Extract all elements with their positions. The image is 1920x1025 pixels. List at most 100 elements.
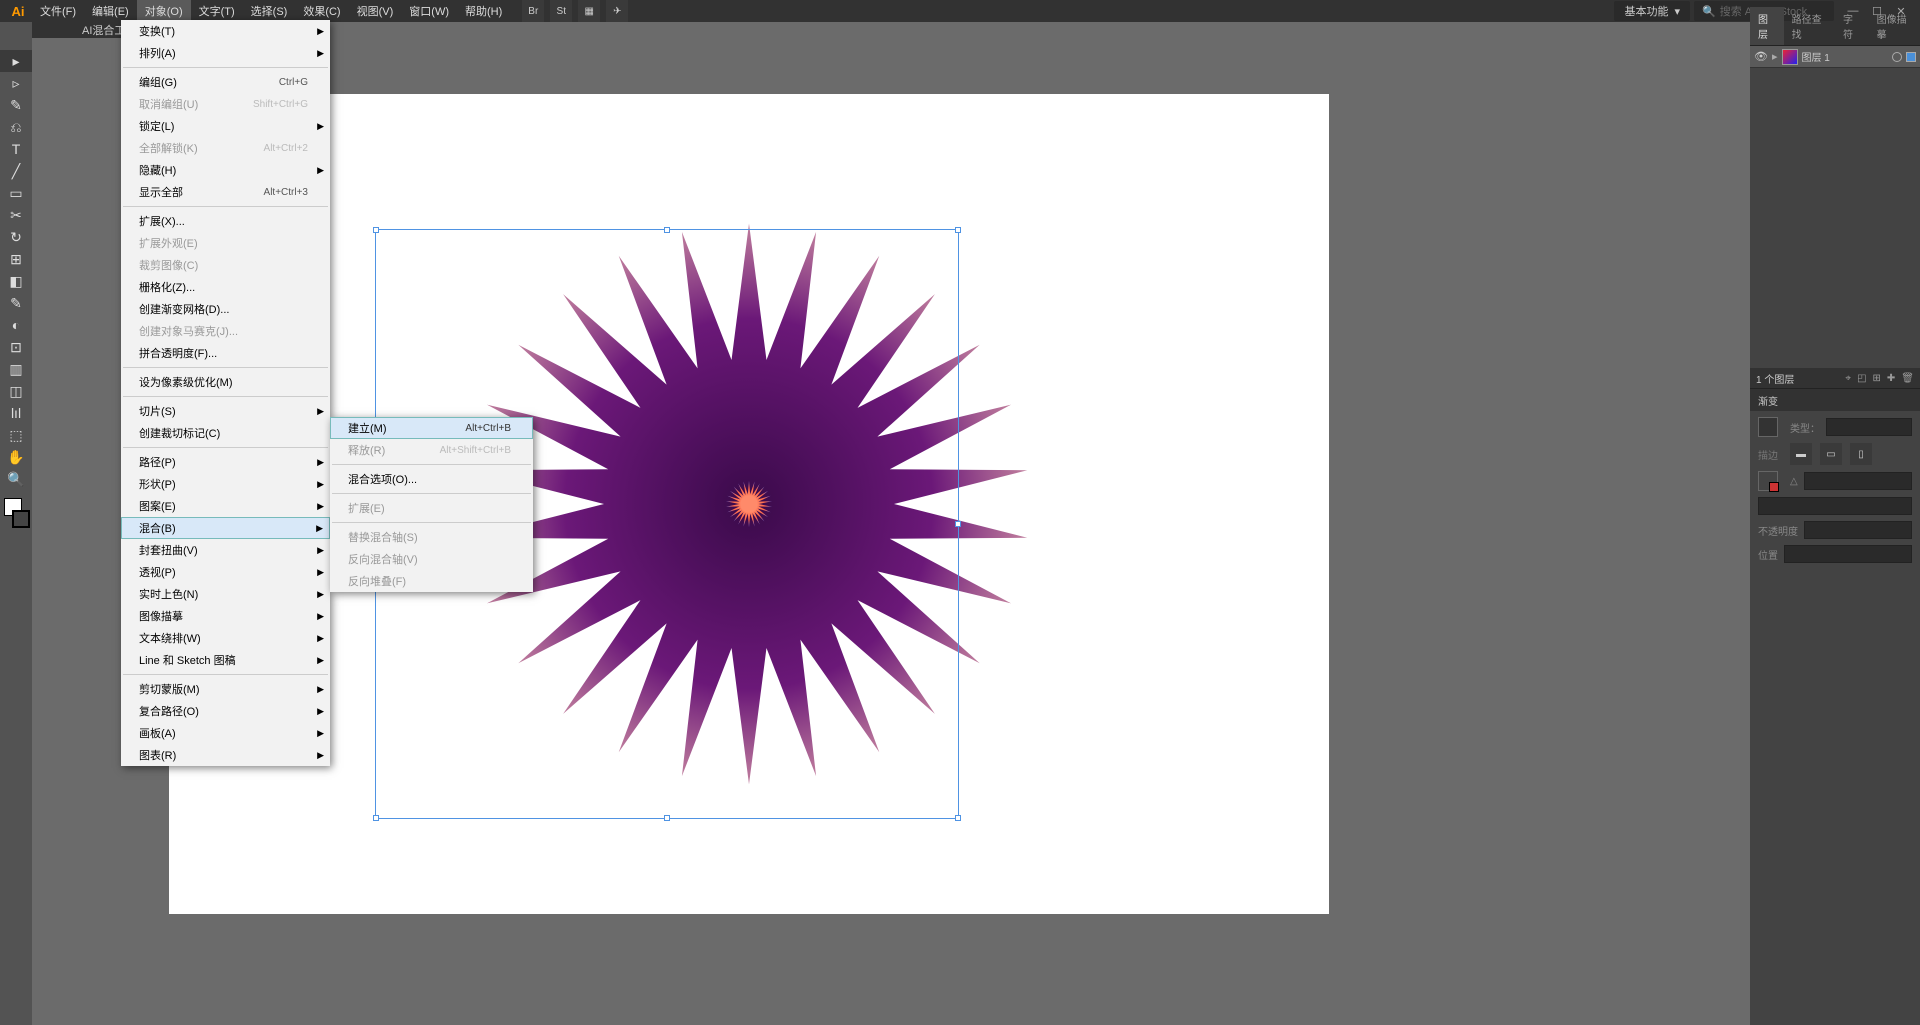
menu-item-创建渐变网格d[interactable]: 创建渐变网格(D)... [121, 298, 330, 320]
menu-item-变换t[interactable]: 变换(T)▶ [121, 20, 330, 42]
menu-item-创建裁切标记c[interactable]: 创建裁切标记(C) [121, 422, 330, 444]
stroke-opt3-icon[interactable]: ▯ [1850, 443, 1872, 465]
expand-icon[interactable]: ▸ [1772, 50, 1778, 63]
menu-item-栅格化z[interactable]: 栅格化(Z)... [121, 276, 330, 298]
menu-item-label: 创建裁切标记(C) [139, 425, 220, 441]
new-layer-icon[interactable]: ✚ [1887, 373, 1895, 384]
stroke-opt1-icon[interactable]: ▬ [1790, 443, 1812, 465]
tool-8[interactable]: ↻ [0, 226, 32, 248]
menu-对象o[interactable]: 对象(O) [137, 0, 191, 22]
menu-帮助h[interactable]: 帮助(H) [457, 0, 510, 22]
delete-layer-icon[interactable]: 🗑 [1901, 373, 1914, 384]
tool-5[interactable]: ╱ [0, 160, 32, 182]
menu-文件f[interactable]: 文件(F) [32, 0, 84, 22]
menu-item-路径p[interactable]: 路径(P)▶ [121, 451, 330, 473]
make-clip-icon[interactable]: ◰ [1857, 373, 1866, 384]
tool-7[interactable]: ✂ [0, 204, 32, 226]
selection-handle-e[interactable] [955, 521, 961, 527]
selection-handle-n[interactable] [664, 227, 670, 233]
tool-13[interactable]: ⊡ [0, 336, 32, 358]
menu-item-建立m[interactable]: 建立(M)Alt+Ctrl+B [330, 417, 533, 439]
tool-15[interactable]: ◫ [0, 380, 32, 402]
panel-tab-1[interactable]: 路径查找 [1784, 7, 1835, 45]
menu-item-label: Line 和 Sketch 图稿 [139, 652, 236, 668]
gradient-panel-header[interactable]: 渐变 [1750, 389, 1920, 411]
arrange-icon[interactable]: ▦ [578, 0, 600, 22]
layer-select-indicator[interactable] [1906, 52, 1916, 62]
selection-handle-nw[interactable] [373, 227, 379, 233]
stroke-opt2-icon[interactable]: ▭ [1820, 443, 1842, 465]
menu-item-混合选项o[interactable]: 混合选项(O)... [330, 468, 533, 490]
selection-handle-sw[interactable] [373, 815, 379, 821]
menu-选择s[interactable]: 选择(S) [243, 0, 296, 22]
tool-17[interactable]: ⬚ [0, 424, 32, 446]
tool-12[interactable]: ◐ [0, 314, 32, 336]
locate-icon[interactable]: ⌖ [1845, 373, 1851, 384]
tool-0[interactable]: ▸ [0, 50, 32, 72]
gpu-icon[interactable]: ✈ [606, 0, 628, 22]
tool-6[interactable]: ▭ [0, 182, 32, 204]
stroke-swatch[interactable] [12, 510, 30, 528]
menu-item-图像描摹[interactable]: 图像描摹▶ [121, 605, 330, 627]
menu-item-切片s[interactable]: 切片(S)▶ [121, 400, 330, 422]
selection-handle-ne[interactable] [955, 227, 961, 233]
tool-14[interactable]: ▥ [0, 358, 32, 380]
menu-item-透视p[interactable]: 透视(P)▶ [121, 561, 330, 583]
menu-item-扩展x[interactable]: 扩展(X)... [121, 210, 330, 232]
tool-10[interactable]: ◧ [0, 270, 32, 292]
menu-item-设为像素级优化m[interactable]: 设为像素级优化(M) [121, 371, 330, 393]
tool-11[interactable]: ✎ [0, 292, 32, 314]
panel-tab-3[interactable]: 图像描摹 [1869, 7, 1920, 45]
menu-item-排列a[interactable]: 排列(A)▶ [121, 42, 330, 64]
selection-handle-s[interactable] [664, 815, 670, 821]
gradient-angle-field[interactable] [1804, 472, 1912, 490]
tool-2[interactable]: ✎ [0, 94, 32, 116]
new-sublayer-icon[interactable]: ⊞ [1873, 373, 1881, 384]
tool-3[interactable]: ⎌ [0, 116, 32, 138]
workspace-switcher[interactable]: 基本功能 ▾ [1614, 1, 1690, 21]
tool-16[interactable]: lıl [0, 402, 32, 424]
menu-item-画板a[interactable]: 画板(A)▶ [121, 722, 330, 744]
tool-1[interactable]: ▹ [0, 72, 32, 94]
menu-item-封套扭曲v[interactable]: 封套扭曲(V)▶ [121, 539, 330, 561]
menu-item-line 和 sketch 图稿[interactable]: Line 和 Sketch 图稿▶ [121, 649, 330, 671]
menu-编辑e[interactable]: 编辑(E) [84, 0, 137, 22]
gradient-type-select[interactable] [1826, 418, 1912, 436]
position-field[interactable] [1784, 545, 1912, 563]
menu-item-图表r[interactable]: 图表(R)▶ [121, 744, 330, 766]
menu-item-剪切蒙版m[interactable]: 剪切蒙版(M)▶ [121, 678, 330, 700]
menu-窗口w[interactable]: 窗口(W) [401, 0, 457, 22]
menu-item-复合路径o[interactable]: 复合路径(O)▶ [121, 700, 330, 722]
layer-name[interactable]: 图层 1 [1802, 49, 1888, 64]
menu-item-显示全部[interactable]: 显示全部Alt+Ctrl+3 [121, 181, 330, 203]
menu-item-文本绕排w[interactable]: 文本绕排(W)▶ [121, 627, 330, 649]
opacity-field[interactable] [1804, 521, 1912, 539]
menu-item-实时上色n[interactable]: 实时上色(N)▶ [121, 583, 330, 605]
visibility-icon[interactable]: 👁 [1754, 50, 1768, 63]
bridge-icon[interactable]: Br [522, 0, 544, 22]
panel-tab-2[interactable]: 字符 [1835, 7, 1869, 45]
panel-tab-0[interactable]: 图层 [1750, 7, 1784, 45]
menu-item-形状p[interactable]: 形状(P)▶ [121, 473, 330, 495]
menu-item-隐藏h[interactable]: 隐藏(H)▶ [121, 159, 330, 181]
gradient-ramp[interactable] [1758, 497, 1912, 515]
menu-文字t[interactable]: 文字(T) [191, 0, 243, 22]
menu-item-锁定l[interactable]: 锁定(L)▶ [121, 115, 330, 137]
gradient-slider-swatch[interactable] [1758, 471, 1778, 491]
tool-4[interactable]: T [0, 138, 32, 160]
menu-item-图案e[interactable]: 图案(E)▶ [121, 495, 330, 517]
menu-视图v[interactable]: 视图(V) [349, 0, 402, 22]
fill-stroke-swatch[interactable] [0, 494, 32, 534]
gradient-preview-swatch[interactable] [1758, 417, 1778, 437]
tool-18[interactable]: ✋ [0, 446, 32, 468]
layer-row[interactable]: 👁 ▸ 图层 1 [1750, 46, 1920, 68]
tool-19[interactable]: 🔍 [0, 468, 32, 490]
menu-item-混合b[interactable]: 混合(B)▶ [121, 517, 330, 539]
menu-item-拼合透明度f[interactable]: 拼合透明度(F)... [121, 342, 330, 364]
menu-效果c[interactable]: 效果(C) [295, 0, 348, 22]
tool-9[interactable]: ⊞ [0, 248, 32, 270]
menu-item-编组g[interactable]: 编组(G)Ctrl+G [121, 71, 330, 93]
layer-target-icon[interactable] [1892, 52, 1902, 62]
selection-handle-se[interactable] [955, 815, 961, 821]
stock-icon[interactable]: St [550, 0, 572, 22]
